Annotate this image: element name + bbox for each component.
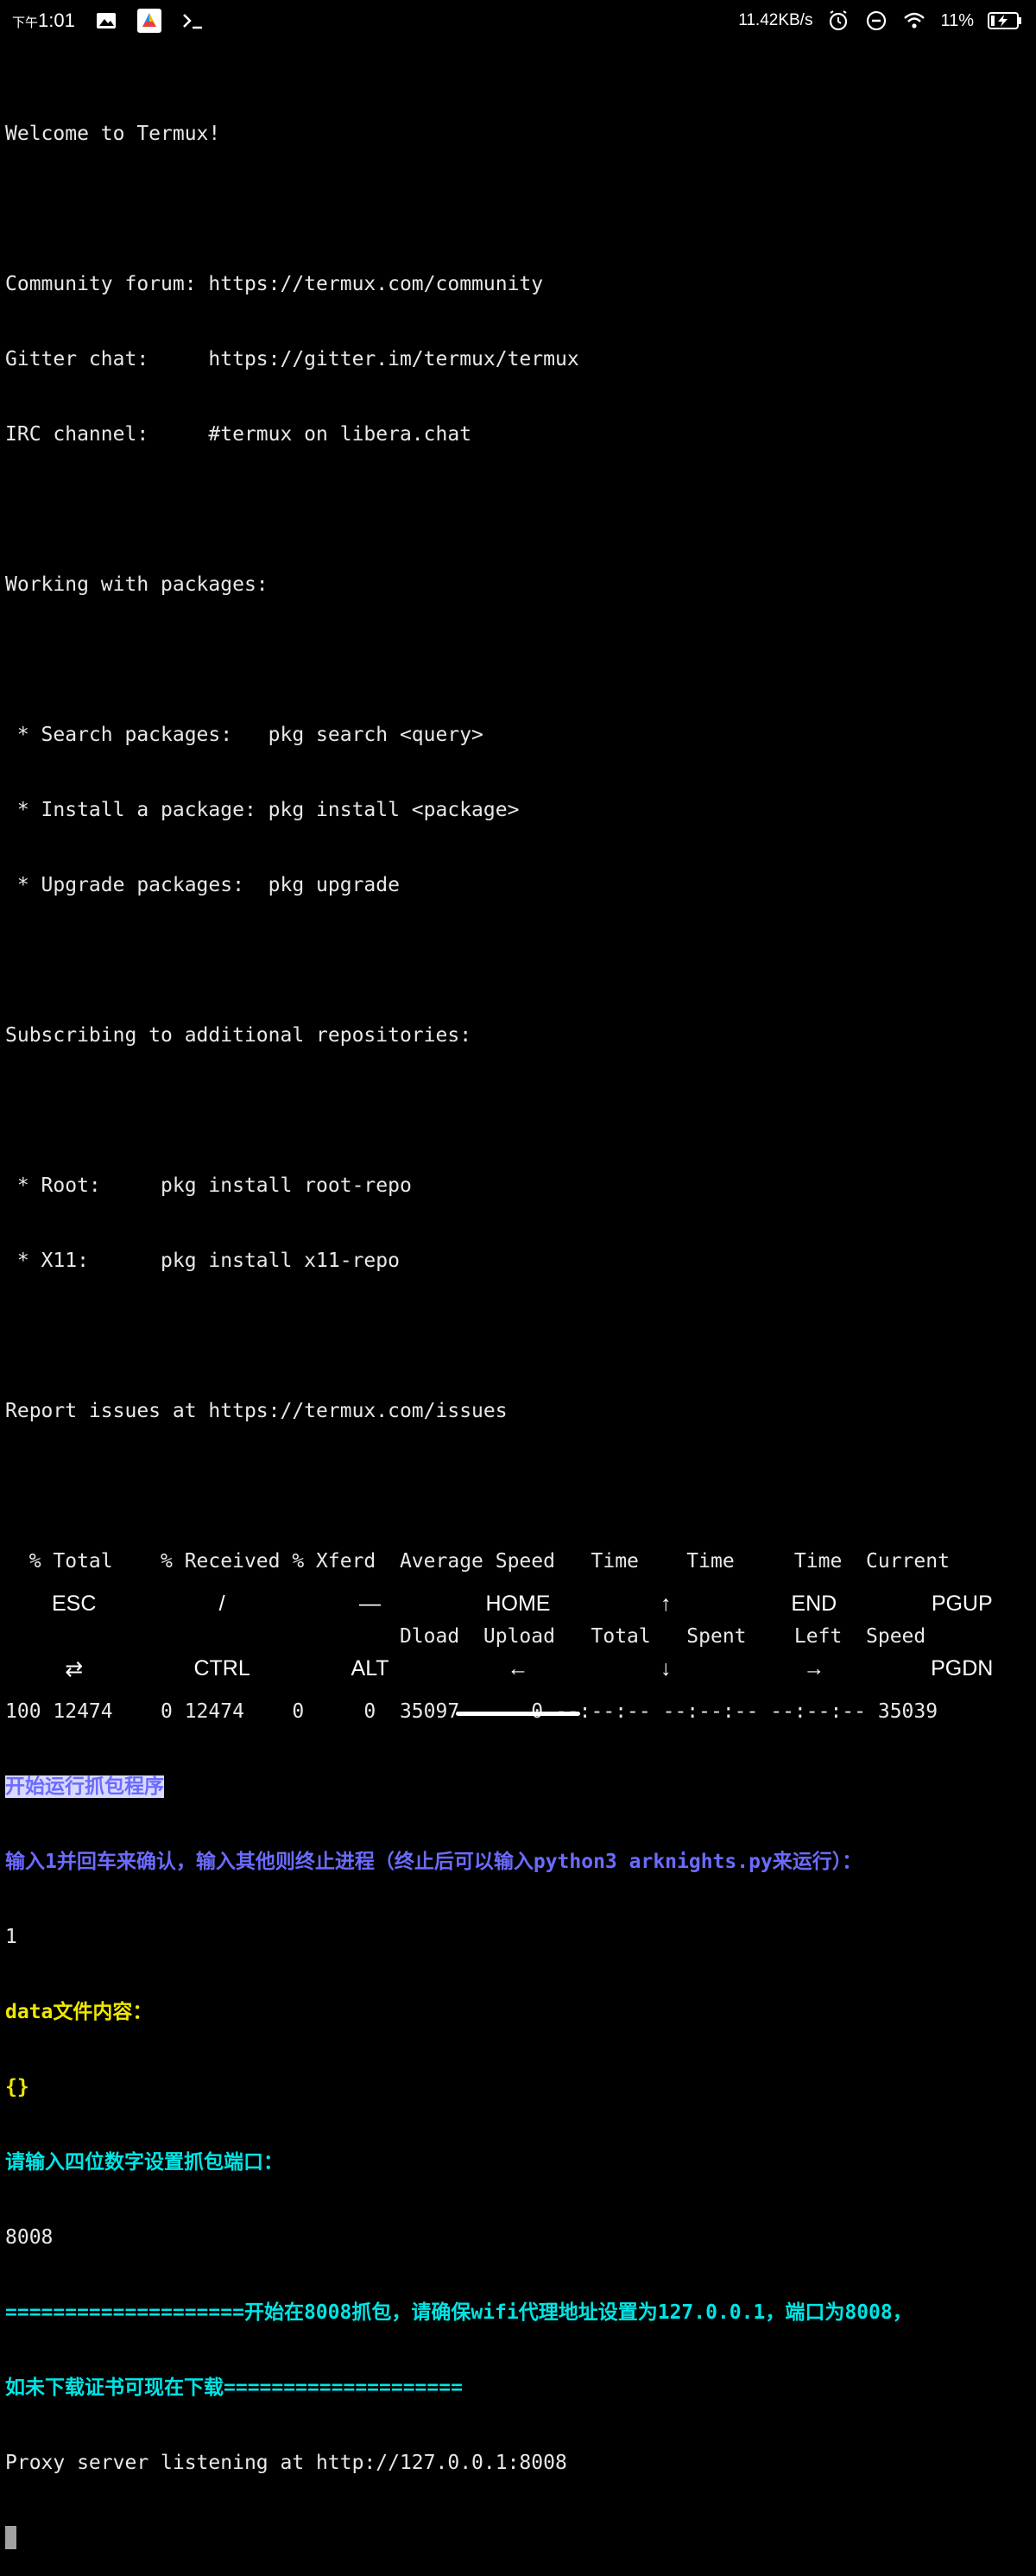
ctrl-key[interactable]: CTRL: [148, 1636, 295, 1701]
wifi-icon: [904, 12, 925, 28]
alarm-icon: [830, 10, 848, 31]
gallery-icon: [96, 13, 116, 28]
app-icon: [136, 9, 161, 33]
terminal-line: Subscribing to additional repositories:: [5, 1024, 472, 1047]
down-arrow-key[interactable]: ↓: [592, 1636, 740, 1701]
network-speed: 11.42KB/s: [738, 11, 813, 29]
data-file-content: {}: [5, 2076, 29, 2098]
extra-keys-bar: ESC / — HOME ↑ END PGUP ⇄ CTRL ALT ← ↓ →…: [0, 1572, 1036, 1701]
port-prompt: 请输入四位数字设置抓包端口：: [5, 2151, 283, 2174]
dnd-icon: [867, 10, 887, 31]
gesture-nav-bar[interactable]: [456, 1712, 580, 1716]
battery-percent: 11%: [940, 10, 974, 30]
left-arrow-key[interactable]: ←: [444, 1636, 591, 1701]
end-key[interactable]: END: [740, 1572, 888, 1636]
capture-notice-line: 如未下载证书可现在下载====================: [5, 2377, 463, 2399]
terminal-line: % Total % Received % Xferd Average Speed…: [5, 1550, 950, 1573]
home-key[interactable]: HOME: [444, 1572, 591, 1636]
terminal-line: Working with packages:: [5, 573, 268, 596]
clock-period: 下午: [12, 16, 39, 30]
terminal-line: Community forum: https://termux.com/comm…: [5, 273, 544, 295]
terminal-line: Report issues at https://termux.com/issu…: [5, 1400, 508, 1422]
slash-key[interactable]: /: [148, 1572, 295, 1636]
data-file-label: data文件内容：: [5, 2001, 153, 2023]
tab-key[interactable]: ⇄: [0, 1636, 148, 1701]
terminal-line: * Install a package: pkg install <packag…: [5, 799, 520, 821]
terminal-line: * Upgrade packages: pkg upgrade: [5, 874, 400, 896]
selected-text[interactable]: 开始运行抓包程序: [5, 1775, 164, 1798]
status-bar: 下午1:01 11.42KB/s 11%: [0, 0, 1036, 41]
clock-time: 1:01: [38, 9, 75, 31]
confirm-prompt: 输入1并回车来确认，输入其他则终止进程（终止后可以输入python3 arkni…: [5, 1851, 862, 1873]
terminal-line: Gitter chat: https://gitter.im/termux/te…: [5, 348, 579, 370]
terminal-line: * Root: pkg install root-repo: [5, 1174, 412, 1197]
dash-key[interactable]: —: [296, 1572, 444, 1636]
proxy-status-line: Proxy server listening at http://127.0.0…: [5, 2452, 567, 2474]
alt-key[interactable]: ALT: [296, 1636, 444, 1701]
terminal-line: * Search packages: pkg search <query>: [5, 724, 483, 746]
user-input-line: 1: [5, 1926, 17, 1948]
terminal-icon: [182, 14, 202, 29]
terminal-line: IRC channel: #termux on libera.chat: [5, 423, 472, 446]
pgdn-key[interactable]: PGDN: [888, 1636, 1036, 1701]
terminal-output[interactable]: Welcome to Termux! Community forum: http…: [5, 72, 1033, 2576]
up-arrow-key[interactable]: ↑: [592, 1572, 740, 1636]
capture-notice-line: ====================开始在8008抓包，请确保wifi代理地…: [5, 2301, 913, 2324]
battery-charging-icon: [988, 12, 1021, 29]
terminal-line: Welcome to Termux!: [5, 123, 221, 145]
port-input-line: 8008: [5, 2226, 54, 2249]
clock: 下午1:01: [12, 9, 75, 32]
right-arrow-key[interactable]: →: [740, 1636, 888, 1701]
terminal-cursor: [5, 2526, 16, 2549]
terminal-line: * X11: pkg install x11-repo: [5, 1250, 400, 1272]
esc-key[interactable]: ESC: [0, 1572, 148, 1636]
pgup-key[interactable]: PGUP: [888, 1572, 1036, 1636]
